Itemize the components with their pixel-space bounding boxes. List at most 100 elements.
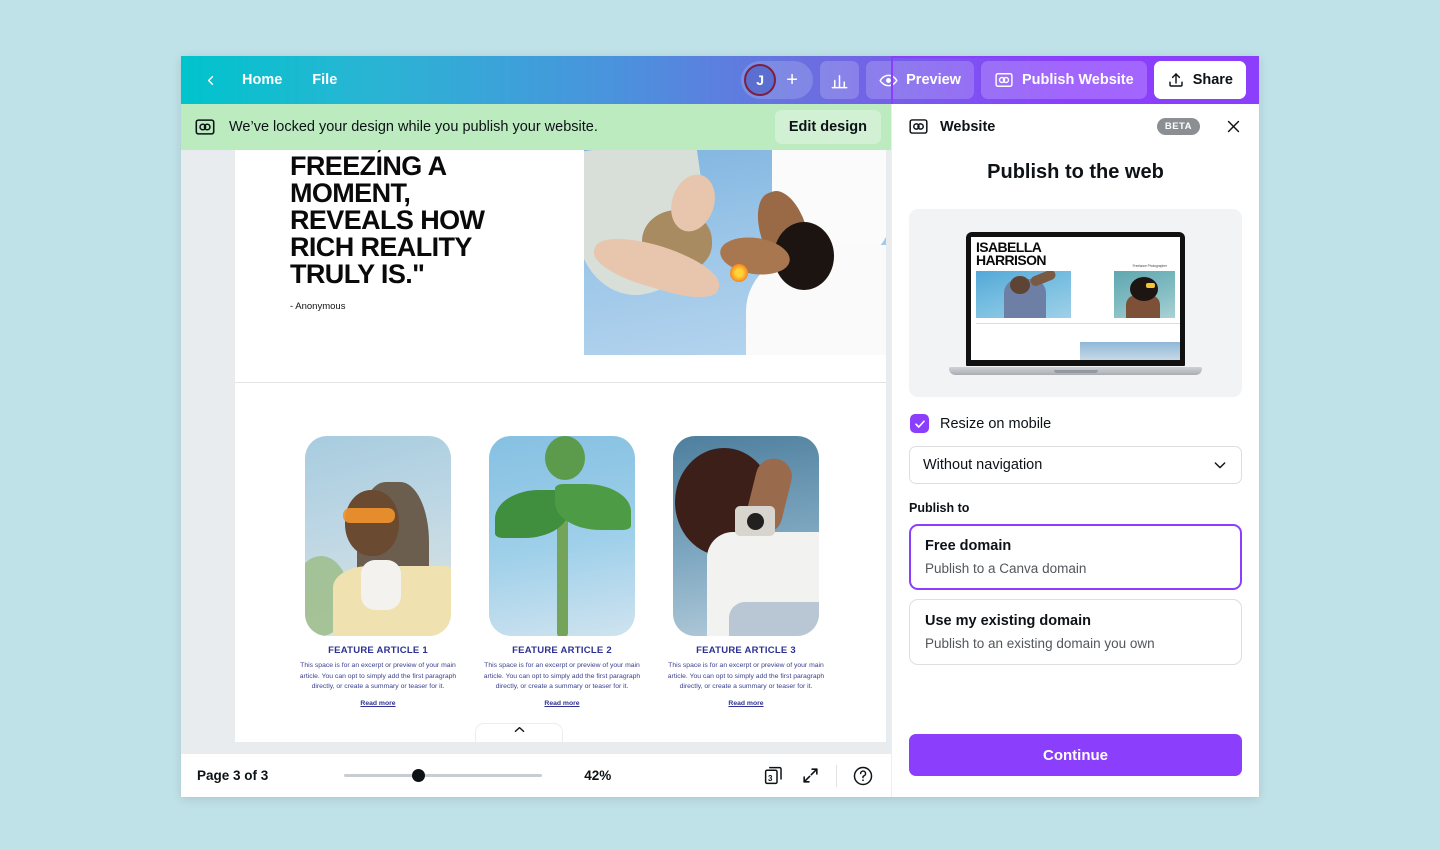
feature-article-card[interactable]: FEATURE ARTICLE 2 This space is for an e… xyxy=(481,436,643,707)
photo-shape xyxy=(1010,275,1030,294)
feature-article-card[interactable]: FEATURE ARTICLE 1 This space is for an e… xyxy=(297,436,459,707)
expand-icon xyxy=(802,768,818,783)
continue-button[interactable]: Continue xyxy=(909,734,1242,776)
status-bar: Page 3 of 3 42% 3 xyxy=(181,753,891,797)
file-menu-item[interactable]: File xyxy=(299,65,350,95)
hero-photo[interactable] xyxy=(584,150,886,355)
canva-editor-window: Home File J + Preview Publish Website Sh… xyxy=(181,56,1259,797)
photo-shape xyxy=(345,490,399,556)
read-more-link[interactable]: Read more xyxy=(297,700,459,707)
preview-label: Preview xyxy=(906,72,961,88)
preview-button[interactable]: Preview xyxy=(866,61,974,99)
website-icon xyxy=(195,119,215,135)
resize-on-mobile-label: Resize on mobile xyxy=(940,415,1052,432)
photo-shape xyxy=(729,602,819,636)
feature-article-card[interactable]: FEATURE ARTICLE 3 This space is for an e… xyxy=(665,436,827,707)
photo-shape xyxy=(730,264,748,282)
navigation-select-value: Without navigation xyxy=(923,457,1043,473)
beta-badge: BETA xyxy=(1156,118,1200,135)
option-existing-domain[interactable]: Use my existing domain Publish to an exi… xyxy=(909,599,1242,665)
laptop-screen: ISABELLA HARRISON Freelance Photographer xyxy=(966,231,1185,366)
toolbar-left-group: Home File xyxy=(181,65,350,95)
option-title: Use my existing domain xyxy=(925,613,1091,629)
help-button[interactable] xyxy=(849,762,877,790)
share-upload-icon xyxy=(1168,73,1183,87)
quote-attribution: - Anonymous xyxy=(290,301,346,312)
chevron-down-icon xyxy=(1214,462,1226,469)
laptop-notch xyxy=(1053,369,1098,373)
preview-site-title: ISABELLA HARRISON xyxy=(976,238,1046,268)
article-title: FEATURE ARTICLE 2 xyxy=(512,645,612,656)
article-image[interactable] xyxy=(673,436,819,636)
option-title: Free domain xyxy=(925,538,1012,554)
home-menu-item[interactable]: Home xyxy=(229,65,295,95)
article-image[interactable] xyxy=(489,436,635,636)
read-more-link[interactable]: Read more xyxy=(665,700,827,707)
navigation-select[interactable]: Without navigation xyxy=(909,446,1242,484)
design-locked-notice: We’ve locked your design while you publi… xyxy=(181,104,891,150)
website-icon xyxy=(909,119,928,134)
photo-shape xyxy=(545,436,585,480)
insights-button[interactable] xyxy=(820,61,860,99)
publish-website-button[interactable]: Publish Website xyxy=(980,61,1147,99)
quote-block[interactable]: IMAGE, FREEZING A MOMENT, REVEALS HOW RI… xyxy=(290,150,550,312)
close-panel-button[interactable] xyxy=(1220,114,1246,140)
pages-icon xyxy=(764,766,782,785)
share-button[interactable]: Share xyxy=(1153,61,1246,99)
chevron-up-icon xyxy=(514,726,524,733)
publish-to-label: Publish to xyxy=(909,501,970,515)
preview-divider xyxy=(976,322,1180,324)
back-button[interactable] xyxy=(195,65,225,95)
canvas-workspace[interactable]: IMAGE, FREEZING A MOMENT, REVEALS HOW RI… xyxy=(181,150,891,753)
option-description: Publish to a Canva domain xyxy=(925,561,1087,576)
chevron-left-icon xyxy=(207,75,213,85)
laptop-mockup: ISABELLA HARRISON Freelance Photographer xyxy=(949,231,1202,375)
page-collapse-tab[interactable] xyxy=(475,723,563,742)
design-page-3[interactable]: IMAGE, FREEZING A MOMENT, REVEALS HOW RI… xyxy=(235,150,886,742)
panel-heading: Publish to the web xyxy=(987,161,1164,183)
preview-strip xyxy=(1080,341,1180,360)
panel-header: Website BETA xyxy=(892,104,1259,149)
page-indicator: Page 3 of 3 xyxy=(197,768,269,783)
toolbar-right-group: J + Preview Publish Website Share xyxy=(741,61,1259,99)
status-bar-actions: 3 xyxy=(759,762,877,790)
quote-text: IMAGE, FREEZING A MOMENT, REVEALS HOW RI… xyxy=(290,150,485,289)
bar-chart-icon xyxy=(831,74,848,88)
website-icon xyxy=(995,73,1013,87)
fullscreen-button[interactable] xyxy=(796,762,824,790)
article-excerpt: This space is for an excerpt or preview … xyxy=(667,662,825,691)
pages-button[interactable]: 3 xyxy=(759,762,787,790)
photo-shape xyxy=(1146,282,1155,288)
close-icon xyxy=(1227,120,1239,133)
photo-shape xyxy=(361,560,401,610)
article-title: FEATURE ARTICLE 1 xyxy=(328,645,428,656)
publish-website-label: Publish Website xyxy=(1021,72,1134,88)
panel-title: Website xyxy=(940,118,996,135)
option-description: Publish to an existing domain you own xyxy=(925,636,1155,651)
resize-on-mobile-row[interactable]: Resize on mobile xyxy=(910,414,1259,433)
edit-design-button[interactable]: Edit design xyxy=(774,110,881,144)
photo-shape xyxy=(343,508,395,523)
add-collaborator-button[interactable]: + xyxy=(777,65,807,95)
photo-shape xyxy=(1130,276,1158,301)
resize-on-mobile-checkbox[interactable] xyxy=(910,414,929,433)
option-free-domain[interactable]: Free domain Publish to a Canva domain xyxy=(909,524,1242,590)
share-label: Share xyxy=(1192,72,1233,88)
zoom-slider-thumb[interactable] xyxy=(412,769,426,782)
zoom-slider[interactable] xyxy=(344,769,543,783)
read-more-link[interactable]: Read more xyxy=(481,700,643,707)
site-preview-box: ISABELLA HARRISON Freelance Photographer xyxy=(909,209,1242,397)
section-divider xyxy=(235,382,886,383)
divider xyxy=(836,764,837,787)
article-excerpt: This space is for an excerpt or preview … xyxy=(299,662,457,691)
zoom-controls: 42% xyxy=(344,768,611,783)
avatar[interactable]: J xyxy=(744,64,777,96)
pages-count-badge: 3 xyxy=(768,773,773,783)
collaborators-group: J + xyxy=(741,61,814,99)
zoom-value[interactable]: 42% xyxy=(584,768,611,783)
article-image[interactable] xyxy=(305,436,451,636)
help-circle-icon xyxy=(853,766,873,785)
notice-message: We’ve locked your design while you publi… xyxy=(229,119,598,135)
eye-icon xyxy=(879,74,898,86)
check-icon xyxy=(914,419,925,428)
